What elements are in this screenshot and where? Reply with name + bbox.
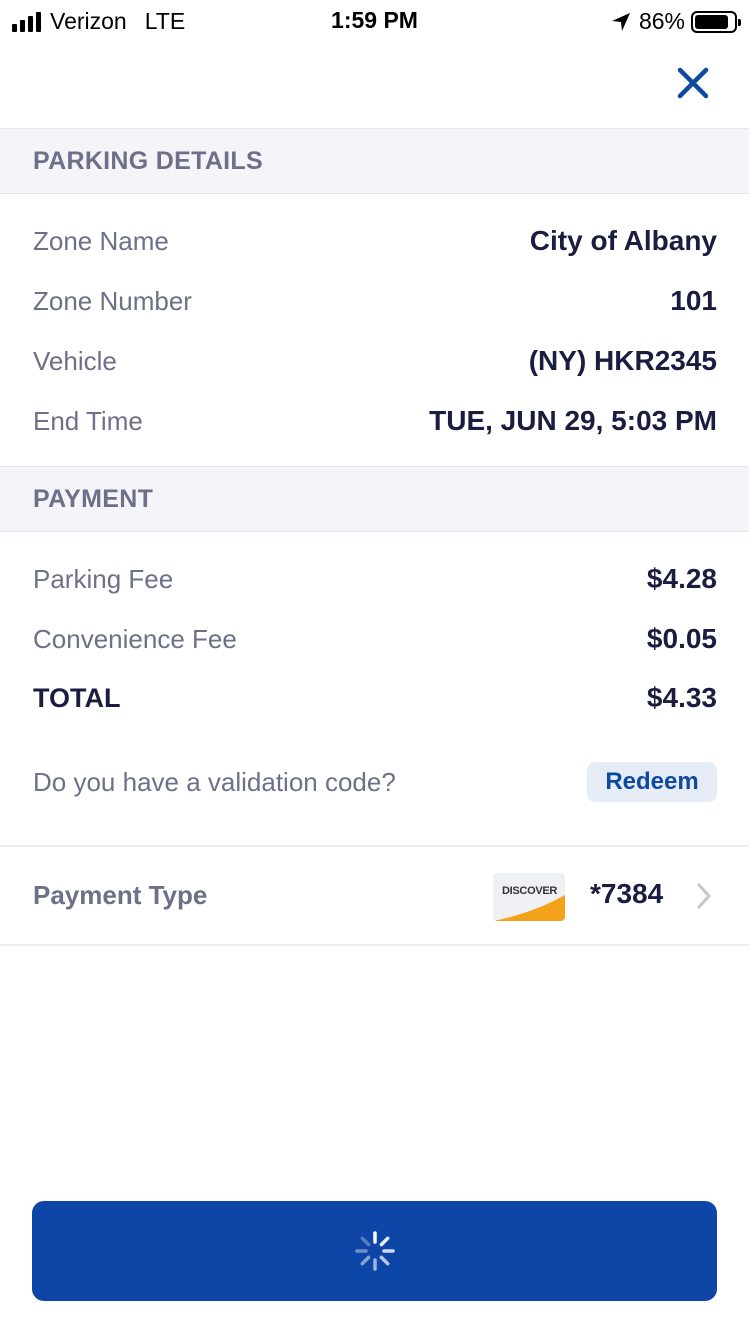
location-arrow-icon — [611, 12, 631, 32]
zone-number-label: Zone Number — [33, 285, 192, 316]
discover-card-icon: DISCOVER — [493, 873, 565, 921]
close-icon — [677, 67, 709, 99]
end-time-value: TUE, JUN 29, 5:03 PM — [429, 405, 717, 436]
zone-name-value: City of Albany — [529, 225, 717, 256]
vehicle-row: Vehicle (NY) HKR2345 — [33, 341, 717, 381]
vehicle-value: (NY) HKR2345 — [528, 345, 717, 376]
payment-header: PAYMENT — [0, 466, 749, 532]
status-bar: Verizon LTE 1:59 PM 86% — [0, 0, 749, 42]
parking-fee-row: Parking Fee $4.28 — [33, 559, 717, 599]
spinner-icon — [354, 1231, 395, 1271]
parking-fee-value: $4.28 — [646, 563, 717, 594]
zone-number-value: 101 — [670, 285, 717, 316]
payment-type-row[interactable]: Payment Type DISCOVER *7384 — [0, 848, 749, 945]
chevron-right-icon — [697, 883, 711, 909]
battery-percentage: 86% — [638, 8, 685, 34]
divider — [0, 845, 749, 847]
zone-name-label: Zone Name — [33, 225, 169, 256]
convenience-fee-row: Convenience Fee $0.05 — [33, 619, 717, 659]
close-button[interactable] — [668, 60, 718, 106]
card-number: *7384 — [590, 878, 664, 909]
total-label: TOTAL — [33, 682, 121, 713]
payment-type-label: Payment Type — [33, 880, 208, 910]
battery-icon — [691, 10, 741, 33]
zone-name-row: Zone Name City of Albany — [33, 221, 717, 261]
end-time-row: End Time TUE, JUN 29, 5:03 PM — [33, 401, 717, 441]
battery-fill — [695, 14, 728, 29]
zone-number-row: Zone Number 101 — [33, 281, 717, 321]
convenience-fee-label: Convenience Fee — [33, 623, 237, 654]
parking-confirmation-screen: Verizon LTE 1:59 PM 86% PARKING DETAILS … — [0, 0, 749, 1333]
vehicle-label: Vehicle — [33, 345, 117, 376]
status-bar-right: 86% — [611, 8, 741, 35]
end-time-label: End Time — [33, 405, 143, 436]
submit-button[interactable] — [32, 1201, 717, 1301]
parking-details-header: PARKING DETAILS — [0, 128, 749, 194]
total-row: TOTAL $4.33 — [33, 678, 717, 718]
convenience-fee-value: $0.05 — [646, 623, 717, 654]
parking-fee-label: Parking Fee — [33, 563, 174, 594]
total-value: $4.33 — [646, 682, 717, 713]
validation-row: Do you have a validation code? Redeem — [33, 762, 717, 802]
card-brand-text: DISCOVER — [502, 885, 558, 897]
validation-prompt: Do you have a validation code? — [33, 766, 396, 797]
redeem-button[interactable]: Redeem — [587, 762, 717, 802]
divider — [0, 944, 749, 946]
